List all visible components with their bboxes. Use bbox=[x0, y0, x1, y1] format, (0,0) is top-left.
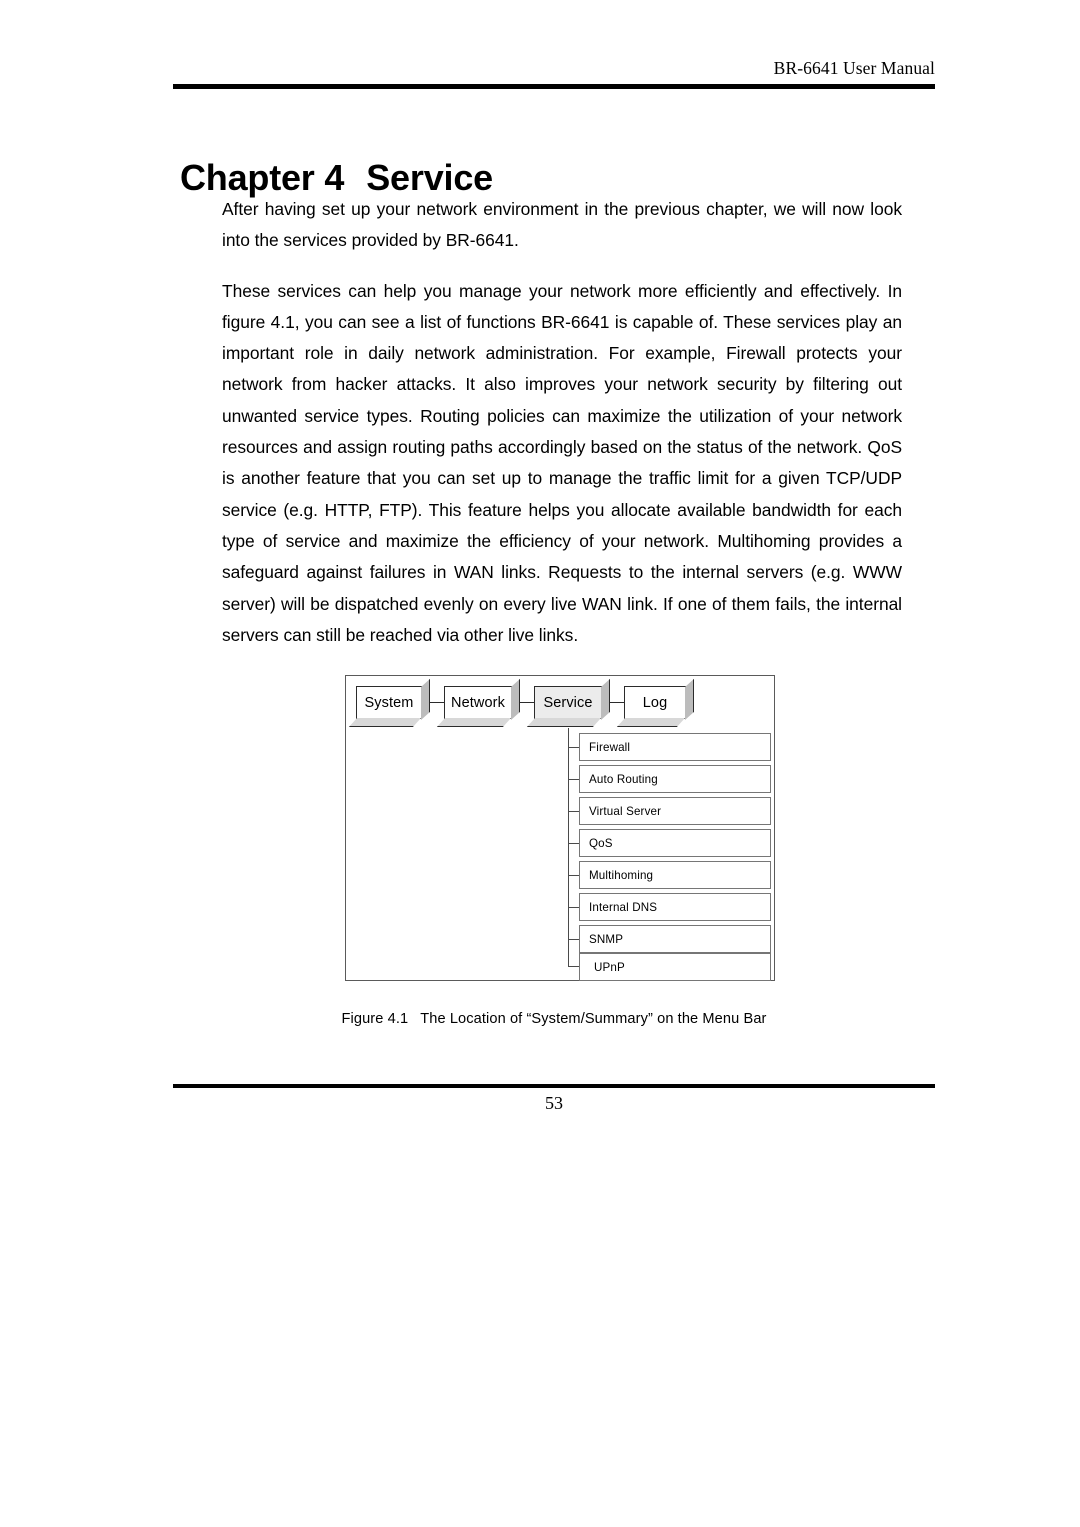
tab-shadow-bottom bbox=[436, 718, 511, 727]
menu-tab-service[interactable]: Service bbox=[526, 678, 610, 727]
submenu-item-virtual-server[interactable]: Virtual Server bbox=[579, 797, 771, 825]
submenu-item-label: Auto Routing bbox=[589, 772, 658, 786]
menu-bar-diagram-frame: System Network Service Log Firewall Auto… bbox=[345, 675, 775, 981]
page-title: Chapter 4 Service bbox=[180, 157, 493, 199]
submenu-item-label: QoS bbox=[589, 836, 613, 850]
tab-shadow-right bbox=[511, 678, 520, 720]
chapter-title-text: Service bbox=[366, 157, 493, 199]
menu-tab-log[interactable]: Log bbox=[616, 678, 694, 727]
paragraph-2: These services can help you manage your … bbox=[222, 280, 902, 645]
submenu-item-label: SNMP bbox=[589, 932, 624, 946]
submenu-item-label: UPnP bbox=[594, 960, 625, 974]
menu-tab-system[interactable]: System bbox=[348, 678, 430, 727]
figure-caption-text: The Location of “System/Summary” on the … bbox=[420, 1011, 767, 1027]
menu-tab-network-label: Network bbox=[451, 694, 505, 711]
document-page: BR-6641 User Manual Chapter 4 Service Aft… bbox=[0, 0, 1080, 1527]
submenu-item-multihoming[interactable]: Multihoming bbox=[579, 861, 771, 889]
submenu-item-label: Firewall bbox=[589, 740, 631, 754]
chapter-label: Chapter 4 bbox=[180, 157, 345, 199]
page-header: BR-6641 User Manual bbox=[173, 58, 935, 98]
menu-tab-network[interactable]: Network bbox=[436, 678, 520, 727]
figure-4-1: System Network Service Log Firewall Auto… bbox=[345, 675, 775, 981]
tab-shadow-right bbox=[421, 678, 430, 720]
figure-caption-number: Figure 4.1 bbox=[341, 1011, 409, 1027]
submenu-item-qos[interactable]: QoS bbox=[579, 829, 771, 857]
submenu-trunk-line bbox=[568, 728, 570, 966]
footer-rule bbox=[173, 1084, 935, 1088]
page-footer: 53 bbox=[173, 1084, 935, 1124]
submenu-item-firewall[interactable]: Firewall bbox=[579, 733, 771, 761]
submenu-item-internal-dns[interactable]: Internal DNS bbox=[579, 893, 771, 921]
paragraph-1: After having set up your network environ… bbox=[222, 199, 902, 251]
body-text: After having set up your network environ… bbox=[222, 194, 902, 651]
header-rule bbox=[173, 84, 935, 89]
tab-shadow-bottom bbox=[526, 718, 601, 727]
submenu-item-auto-routing[interactable]: Auto Routing bbox=[579, 765, 771, 793]
tab-shadow-bottom bbox=[616, 718, 685, 727]
running-title: BR-6641 User Manual bbox=[773, 58, 935, 78]
page-number: 53 bbox=[545, 1093, 563, 1113]
submenu-item-snmp[interactable]: SNMP bbox=[579, 925, 771, 953]
tab-shadow-right bbox=[685, 678, 694, 720]
submenu-item-upnp[interactable]: UPnP bbox=[579, 953, 771, 981]
menu-tab-system-label: System bbox=[364, 694, 414, 711]
submenu-item-label: Virtual Server bbox=[589, 804, 662, 818]
submenu-item-label: Multihoming bbox=[589, 868, 654, 882]
submenu-item-label: Internal DNS bbox=[589, 900, 658, 914]
tab-shadow-bottom bbox=[348, 718, 421, 727]
figure-caption: Figure 4.1 The Location of “System/Summar… bbox=[173, 1011, 935, 1027]
tab-shadow-right bbox=[601, 678, 610, 720]
menu-tab-service-label: Service bbox=[543, 694, 593, 711]
menu-tab-log-label: Log bbox=[642, 694, 668, 711]
